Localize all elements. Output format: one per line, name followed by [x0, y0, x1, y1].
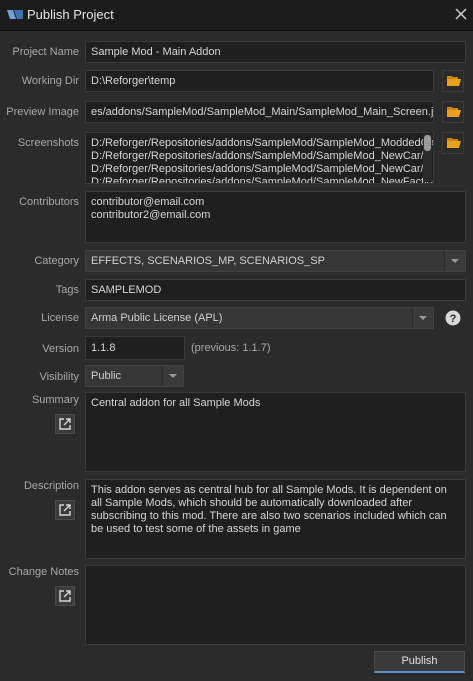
version-field[interactable]: 1.1.8 — [85, 336, 185, 360]
description-field[interactable]: This addon serves as central hub for all… — [85, 479, 466, 559]
screenshots-label: Screenshots — [17, 137, 79, 149]
browse-working-dir-button[interactable] — [442, 70, 464, 92]
contributor-entry: contributor2@email.com — [91, 209, 211, 221]
category-label: Category — [34, 255, 79, 267]
external-link-icon — [59, 418, 71, 430]
open-change-notes-editor-button[interactable] — [55, 586, 75, 606]
list-item[interactable]: D:/Reforger/Repositories/addons/SampleMo… — [91, 176, 433, 183]
previous-version-text: (previous: 1.1.7) — [191, 342, 271, 354]
preview-image-field[interactable]: es/addons/SampleMod/SampleMod_Main/Sampl… — [85, 101, 434, 123]
window-title: Publish Project — [27, 7, 114, 22]
tags-field[interactable]: SAMPLEMOD — [85, 279, 466, 301]
license-help-button[interactable]: ? — [442, 307, 464, 329]
project-name-field[interactable]: Sample Mod - Main Addon — [85, 41, 466, 63]
contributor-entry: contributor@email.com — [91, 196, 205, 208]
open-summary-editor-button[interactable] — [55, 414, 75, 434]
license-value: Arma Public License (APL) — [91, 312, 223, 324]
project-name-label: Project Name — [12, 46, 79, 58]
change-notes-field[interactable] — [85, 565, 466, 645]
description-label: Description — [23, 480, 79, 492]
visibility-value: Public — [91, 370, 121, 382]
tags-label: Tags — [55, 284, 79, 296]
contributors-label: Contributors — [19, 196, 79, 208]
close-icon[interactable] — [452, 5, 470, 23]
list-item[interactable]: D:/Reforger/Repositories/addons/SampleMo… — [91, 137, 433, 150]
publish-button[interactable]: Publish — [374, 651, 465, 673]
license-select[interactable]: Arma Public License (APL) — [85, 307, 434, 329]
visibility-select[interactable]: Public — [85, 365, 184, 387]
chevron-down-icon[interactable] — [444, 251, 465, 271]
list-item[interactable]: D:/Reforger/Repositories/addons/SampleMo… — [91, 150, 430, 163]
chevron-down-icon[interactable] — [162, 366, 183, 386]
summary-field[interactable]: Central addon for all Sample Mods — [85, 392, 466, 472]
browse-preview-image-button[interactable] — [442, 101, 464, 123]
summary-label: Summary — [31, 394, 79, 406]
folder-icon — [447, 76, 461, 86]
working-dir-field[interactable]: D:\Reforger\temp — [85, 70, 434, 92]
open-description-editor-button[interactable] — [55, 500, 75, 520]
preview-image-label: Preview Image — [6, 106, 79, 118]
folder-icon — [447, 107, 461, 117]
reforger-logo-icon — [7, 10, 23, 19]
external-link-icon — [59, 504, 71, 516]
external-link-icon — [59, 590, 71, 602]
working-dir-label: Working Dir — [21, 75, 79, 87]
version-label: Version — [42, 343, 79, 355]
visibility-label: Visibility — [39, 371, 79, 383]
browse-screenshots-button[interactable] — [442, 132, 464, 154]
list-item[interactable]: D:/Reforger/Repositories/addons/SampleMo… — [91, 163, 430, 176]
contributors-field[interactable]: contributor@email.com contributor2@email… — [85, 191, 466, 243]
scrollbar-thumb[interactable] — [424, 135, 431, 151]
chevron-down-icon[interactable] — [412, 308, 433, 328]
category-value: EFFECTS, SCENARIOS_MP, SCENARIOS_SP — [91, 255, 325, 267]
license-label: License — [41, 312, 79, 324]
folder-icon — [447, 138, 461, 148]
category-select[interactable]: EFFECTS, SCENARIOS_MP, SCENARIOS_SP — [85, 250, 466, 272]
screenshots-list[interactable]: D:/Reforger/Repositories/addons/SampleMo… — [85, 132, 434, 184]
svg-text:?: ? — [450, 313, 457, 325]
change-notes-label: Change Notes — [8, 566, 79, 578]
scrollbar[interactable] — [423, 134, 432, 182]
title-bar: Publish Project — [0, 0, 473, 31]
help-icon: ? — [445, 310, 461, 326]
